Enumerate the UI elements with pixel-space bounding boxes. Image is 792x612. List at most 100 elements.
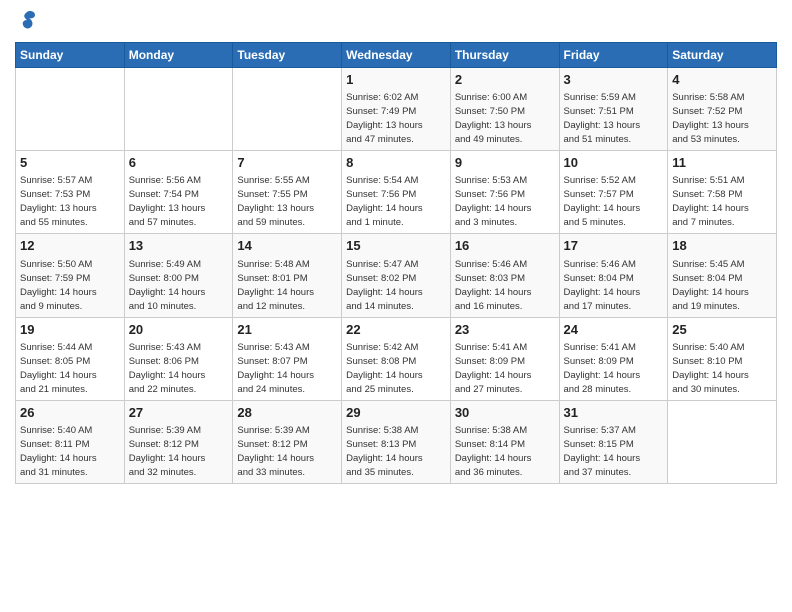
day-info: Sunrise: 6:02 AM Sunset: 7:49 PM Dayligh… <box>346 92 423 145</box>
day-info: Sunrise: 5:44 AM Sunset: 8:05 PM Dayligh… <box>20 342 97 395</box>
day-number: 6 <box>129 154 229 172</box>
calendar-day-19: 19 Sunrise: 5:44 AM Sunset: 8:05 PM Dayli… <box>16 317 125 400</box>
calendar-day-31: 31 Sunrise: 5:37 AM Sunset: 8:15 PM Dayli… <box>559 400 668 483</box>
day-info: Sunrise: 5:43 AM Sunset: 8:07 PM Dayligh… <box>237 342 314 395</box>
day-number: 7 <box>237 154 337 172</box>
day-info: Sunrise: 5:40 AM Sunset: 8:10 PM Dayligh… <box>672 342 749 395</box>
day-info: Sunrise: 5:56 AM Sunset: 7:54 PM Dayligh… <box>129 175 206 228</box>
day-info: Sunrise: 5:46 AM Sunset: 8:03 PM Dayligh… <box>455 259 532 312</box>
day-number: 17 <box>564 237 664 255</box>
day-number: 12 <box>20 237 120 255</box>
day-number: 13 <box>129 237 229 255</box>
calendar-day-26: 26 Sunrise: 5:40 AM Sunset: 8:11 PM Dayli… <box>16 400 125 483</box>
calendar-day-27: 27 Sunrise: 5:39 AM Sunset: 8:12 PM Dayli… <box>124 400 233 483</box>
calendar-week-row: 12 Sunrise: 5:50 AM Sunset: 7:59 PM Dayli… <box>16 234 777 317</box>
day-number: 31 <box>564 404 664 422</box>
day-info: Sunrise: 5:46 AM Sunset: 8:04 PM Dayligh… <box>564 259 641 312</box>
day-info: Sunrise: 5:49 AM Sunset: 8:00 PM Dayligh… <box>129 259 206 312</box>
day-info: Sunrise: 5:41 AM Sunset: 8:09 PM Dayligh… <box>564 342 641 395</box>
calendar-header-sunday: Sunday <box>16 43 125 68</box>
calendar-week-row: 5 Sunrise: 5:57 AM Sunset: 7:53 PM Daylig… <box>16 151 777 234</box>
logo <box>15 10 37 34</box>
calendar-day-17: 17 Sunrise: 5:46 AM Sunset: 8:04 PM Dayli… <box>559 234 668 317</box>
day-info: Sunrise: 5:57 AM Sunset: 7:53 PM Dayligh… <box>20 175 97 228</box>
calendar-day-8: 8Sunrise: 5:54 AM Sunset: 7:56 PM Daylig… <box>342 151 451 234</box>
calendar-day-15: 15Sunrise: 5:47 AM Sunset: 8:02 PM Dayli… <box>342 234 451 317</box>
calendar-day-13: 13 Sunrise: 5:49 AM Sunset: 8:00 PM Dayli… <box>124 234 233 317</box>
calendar-day-10: 10 Sunrise: 5:52 AM Sunset: 7:57 PM Dayli… <box>559 151 668 234</box>
calendar-empty-cell <box>233 68 342 151</box>
day-number: 30 <box>455 404 555 422</box>
page: SundayMondayTuesdayWednesdayThursdayFrid… <box>0 0 792 612</box>
day-number: 23 <box>455 321 555 339</box>
calendar-day-1: 1Sunrise: 6:02 AM Sunset: 7:49 PM Daylig… <box>342 68 451 151</box>
day-info: Sunrise: 5:37 AM Sunset: 8:15 PM Dayligh… <box>564 425 641 478</box>
day-number: 18 <box>672 237 772 255</box>
day-number: 21 <box>237 321 337 339</box>
calendar-empty-cell <box>668 400 777 483</box>
day-info: Sunrise: 5:50 AM Sunset: 7:59 PM Dayligh… <box>20 259 97 312</box>
day-number: 26 <box>20 404 120 422</box>
day-info: Sunrise: 6:00 AM Sunset: 7:50 PM Dayligh… <box>455 92 532 145</box>
calendar-day-28: 28Sunrise: 5:39 AM Sunset: 8:12 PM Dayli… <box>233 400 342 483</box>
logo-bird-icon <box>17 10 37 34</box>
calendar-day-7: 7 Sunrise: 5:55 AM Sunset: 7:55 PM Daylig… <box>233 151 342 234</box>
calendar-day-16: 16 Sunrise: 5:46 AM Sunset: 8:03 PM Dayli… <box>450 234 559 317</box>
calendar-day-2: 2Sunrise: 6:00 AM Sunset: 7:50 PM Daylig… <box>450 68 559 151</box>
day-number: 3 <box>564 71 664 89</box>
day-number: 24 <box>564 321 664 339</box>
calendar-empty-cell <box>16 68 125 151</box>
calendar-day-25: 25 Sunrise: 5:40 AM Sunset: 8:10 PM Dayli… <box>668 317 777 400</box>
day-info: Sunrise: 5:40 AM Sunset: 8:11 PM Dayligh… <box>20 425 97 478</box>
calendar-day-18: 18 Sunrise: 5:45 AM Sunset: 8:04 PM Dayli… <box>668 234 777 317</box>
calendar-header-row: SundayMondayTuesdayWednesdayThursdayFrid… <box>16 43 777 68</box>
day-number: 4 <box>672 71 772 89</box>
calendar-day-14: 14Sunrise: 5:48 AM Sunset: 8:01 PM Dayli… <box>233 234 342 317</box>
day-info: Sunrise: 5:38 AM Sunset: 8:13 PM Dayligh… <box>346 425 423 478</box>
calendar-week-row: 26 Sunrise: 5:40 AM Sunset: 8:11 PM Dayli… <box>16 400 777 483</box>
day-number: 29 <box>346 404 446 422</box>
day-number: 14 <box>237 237 337 255</box>
day-info: Sunrise: 5:47 AM Sunset: 8:02 PM Dayligh… <box>346 259 423 312</box>
calendar-day-23: 23 Sunrise: 5:41 AM Sunset: 8:09 PM Dayli… <box>450 317 559 400</box>
day-info: Sunrise: 5:58 AM Sunset: 7:52 PM Dayligh… <box>672 92 749 145</box>
calendar-week-row: 1Sunrise: 6:02 AM Sunset: 7:49 PM Daylig… <box>16 68 777 151</box>
calendar-day-22: 22Sunrise: 5:42 AM Sunset: 8:08 PM Dayli… <box>342 317 451 400</box>
day-info: Sunrise: 5:42 AM Sunset: 8:08 PM Dayligh… <box>346 342 423 395</box>
calendar-day-3: 3 Sunrise: 5:59 AM Sunset: 7:51 PM Daylig… <box>559 68 668 151</box>
calendar-day-29: 29 Sunrise: 5:38 AM Sunset: 8:13 PM Dayli… <box>342 400 451 483</box>
day-number: 20 <box>129 321 229 339</box>
day-info: Sunrise: 5:43 AM Sunset: 8:06 PM Dayligh… <box>129 342 206 395</box>
day-number: 27 <box>129 404 229 422</box>
day-info: Sunrise: 5:41 AM Sunset: 8:09 PM Dayligh… <box>455 342 532 395</box>
calendar-empty-cell <box>124 68 233 151</box>
day-number: 25 <box>672 321 772 339</box>
calendar-day-30: 30 Sunrise: 5:38 AM Sunset: 8:14 PM Dayli… <box>450 400 559 483</box>
day-info: Sunrise: 5:54 AM Sunset: 7:56 PM Dayligh… <box>346 175 423 228</box>
day-number: 28 <box>237 404 337 422</box>
day-number: 16 <box>455 237 555 255</box>
day-info: Sunrise: 5:45 AM Sunset: 8:04 PM Dayligh… <box>672 259 749 312</box>
day-info: Sunrise: 5:51 AM Sunset: 7:58 PM Dayligh… <box>672 175 749 228</box>
calendar-header-monday: Monday <box>124 43 233 68</box>
day-info: Sunrise: 5:55 AM Sunset: 7:55 PM Dayligh… <box>237 175 314 228</box>
day-number: 11 <box>672 154 772 172</box>
calendar-day-12: 12 Sunrise: 5:50 AM Sunset: 7:59 PM Dayli… <box>16 234 125 317</box>
day-number: 5 <box>20 154 120 172</box>
calendar-day-11: 11 Sunrise: 5:51 AM Sunset: 7:58 PM Dayli… <box>668 151 777 234</box>
calendar-day-6: 6 Sunrise: 5:56 AM Sunset: 7:54 PM Daylig… <box>124 151 233 234</box>
calendar-header-friday: Friday <box>559 43 668 68</box>
calendar-header-thursday: Thursday <box>450 43 559 68</box>
day-info: Sunrise: 5:52 AM Sunset: 7:57 PM Dayligh… <box>564 175 641 228</box>
day-number: 10 <box>564 154 664 172</box>
day-info: Sunrise: 5:59 AM Sunset: 7:51 PM Dayligh… <box>564 92 641 145</box>
calendar-day-20: 20 Sunrise: 5:43 AM Sunset: 8:06 PM Dayli… <box>124 317 233 400</box>
day-info: Sunrise: 5:39 AM Sunset: 8:12 PM Dayligh… <box>129 425 206 478</box>
calendar-header-wednesday: Wednesday <box>342 43 451 68</box>
day-info: Sunrise: 5:53 AM Sunset: 7:56 PM Dayligh… <box>455 175 532 228</box>
calendar-day-9: 9Sunrise: 5:53 AM Sunset: 7:56 PM Daylig… <box>450 151 559 234</box>
day-info: Sunrise: 5:38 AM Sunset: 8:14 PM Dayligh… <box>455 425 532 478</box>
calendar-day-24: 24 Sunrise: 5:41 AM Sunset: 8:09 PM Dayli… <box>559 317 668 400</box>
calendar-day-21: 21 Sunrise: 5:43 AM Sunset: 8:07 PM Dayli… <box>233 317 342 400</box>
day-number: 19 <box>20 321 120 339</box>
